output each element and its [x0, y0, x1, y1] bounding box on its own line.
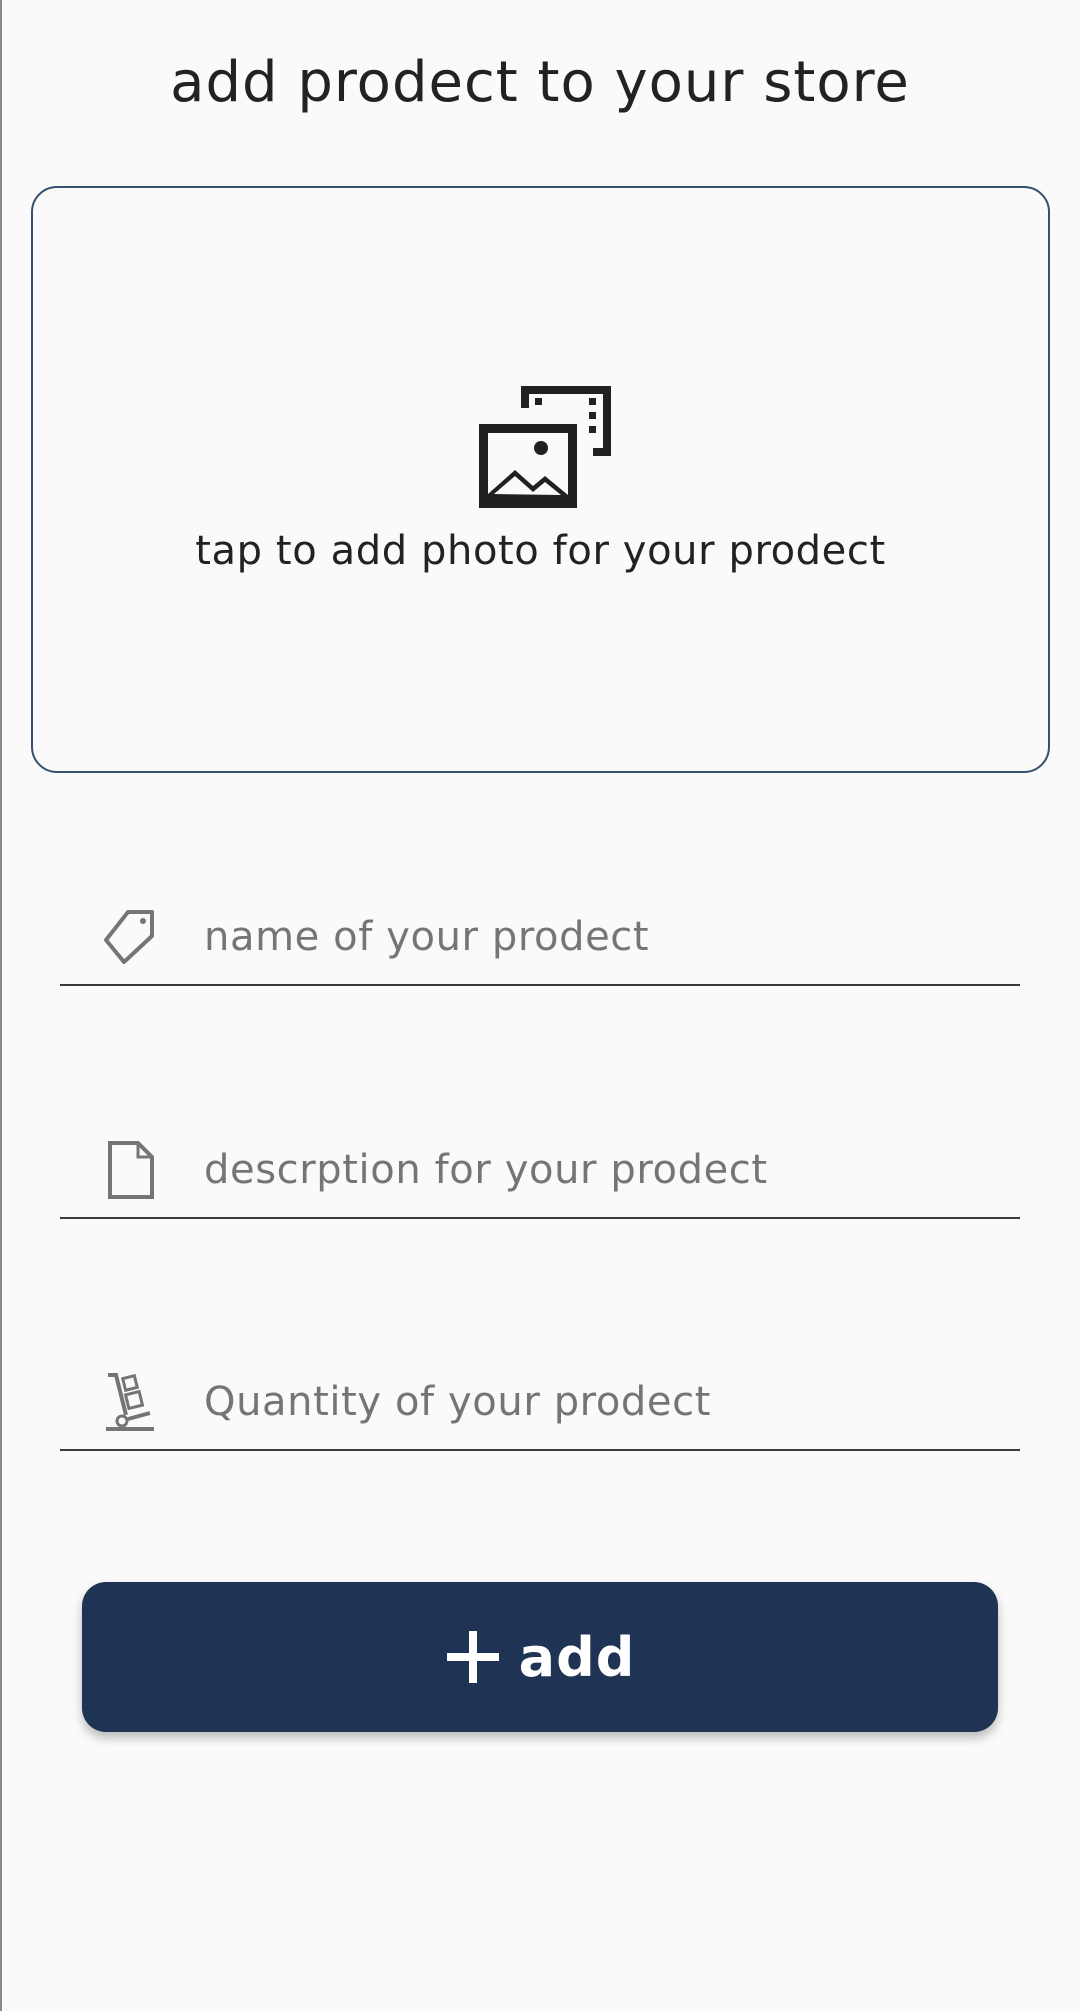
add-product-screen: add prodect to your store tap to add pho…	[0, 0, 1080, 2011]
add-photo-area[interactable]: tap to add photo for your prodect	[31, 186, 1050, 773]
add-button-label: add	[518, 1625, 636, 1689]
add-photo-label: tap to add photo for your prodect	[195, 528, 886, 574]
product-name-field[interactable]: name of your prodect	[60, 864, 1020, 986]
tag-icon	[104, 910, 154, 964]
product-quantity-field[interactable]: Quantity of your prodect	[60, 1329, 1020, 1451]
window-edge	[0, 0, 2, 2011]
document-icon	[108, 1141, 154, 1199]
page-title: add prodect to your store	[170, 50, 910, 115]
hand-truck-icon	[106, 1373, 154, 1431]
photo-library-icon	[479, 386, 611, 508]
product-description-placeholder: descrption for your prodect	[204, 1147, 768, 1193]
product-quantity-placeholder: Quantity of your prodect	[204, 1379, 711, 1425]
product-name-placeholder: name of your prodect	[204, 914, 650, 960]
add-product-button[interactable]: add	[82, 1582, 998, 1732]
plus-icon	[446, 1631, 499, 1683]
product-description-field[interactable]: descrption for your prodect	[60, 1097, 1020, 1219]
